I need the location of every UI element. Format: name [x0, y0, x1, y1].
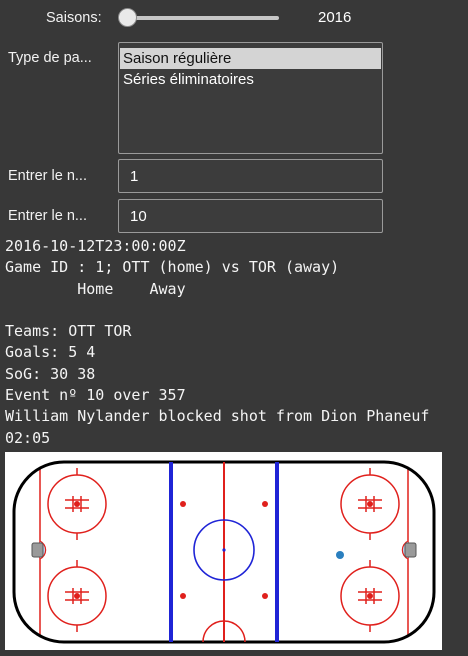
event-number-input[interactable]	[118, 199, 383, 233]
game-number-label: Entrer le n...	[8, 168, 87, 184]
neutral-dot	[180, 501, 186, 507]
season-label: Saisons:	[46, 10, 102, 26]
neutral-dot	[180, 593, 186, 599]
game-number-input[interactable]	[118, 159, 383, 193]
output-columns-header: Home Away	[5, 279, 186, 298]
output-goals: Goals: 5 4	[5, 343, 96, 362]
output-event: Event nº 10 over 357	[5, 386, 186, 405]
output-game-line: Game ID : 1; OTT (home) vs TOR (away)	[5, 258, 340, 277]
output-description: William Nylander blocked shot from Dion …	[5, 407, 430, 426]
left-blue-line	[169, 462, 173, 642]
event-number-label: Entrer le n...	[8, 208, 87, 224]
faceoff-dot	[367, 501, 373, 507]
game-type-option-playoffs[interactable]: Séries éliminatoires	[120, 69, 381, 90]
season-slider-track[interactable]	[127, 16, 279, 20]
rink-diagram	[12, 460, 436, 644]
faceoff-dot	[74, 501, 80, 507]
output-sog: SoG: 30 38	[5, 364, 96, 383]
left-goal-net	[31, 542, 44, 558]
output-teams: Teams: OTT TOR	[5, 322, 132, 341]
output-time: 02:05	[5, 428, 51, 447]
output-datetime: 2016-10-12T23:00:00Z	[5, 237, 186, 255]
faceoff-dot	[74, 593, 80, 599]
center-faceoff-dot	[222, 548, 226, 552]
season-value: 2016	[318, 9, 352, 26]
season-slider-handle[interactable]	[118, 8, 137, 27]
right-goal-net	[404, 542, 417, 558]
game-output: 2016-10-12T23:00:00Z Game ID : 1; OTT (ho…	[5, 236, 429, 449]
right-blue-line	[275, 462, 279, 642]
game-type-listbox[interactable]: Saison régulière Séries éliminatoires	[118, 42, 383, 154]
game-type-label: Type de pa...	[8, 50, 92, 66]
event-location-marker	[336, 551, 344, 559]
rink-image	[5, 452, 442, 650]
neutral-dot	[262, 501, 268, 507]
output-blank-line: ​	[5, 300, 429, 321]
neutral-dot	[262, 593, 268, 599]
game-type-option-regular[interactable]: Saison régulière	[120, 48, 381, 69]
faceoff-dot	[367, 593, 373, 599]
